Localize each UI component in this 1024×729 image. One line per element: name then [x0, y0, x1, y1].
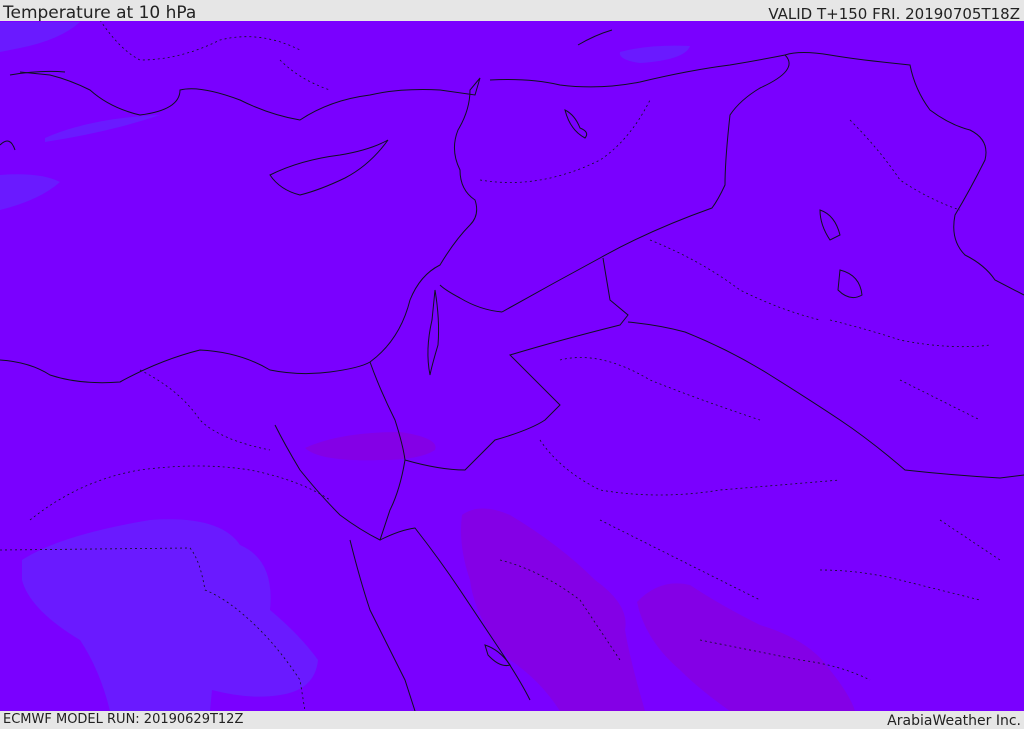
credit-label: ArabiaWeather Inc.	[887, 713, 1021, 729]
map-title: Temperature at 10 hPa	[3, 3, 197, 23]
model-run-label: ECMWF MODEL RUN: 20190629T12Z	[3, 712, 244, 727]
header-bar: Temperature at 10 hPa VALID T+150 FRI. 2…	[0, 0, 1024, 23]
map-canvas	[0, 21, 1024, 711]
weather-map[interactable]	[0, 21, 1024, 711]
footer-bar: ECMWF MODEL RUN: 20190629T12Z ArabiaWeat…	[0, 711, 1024, 729]
